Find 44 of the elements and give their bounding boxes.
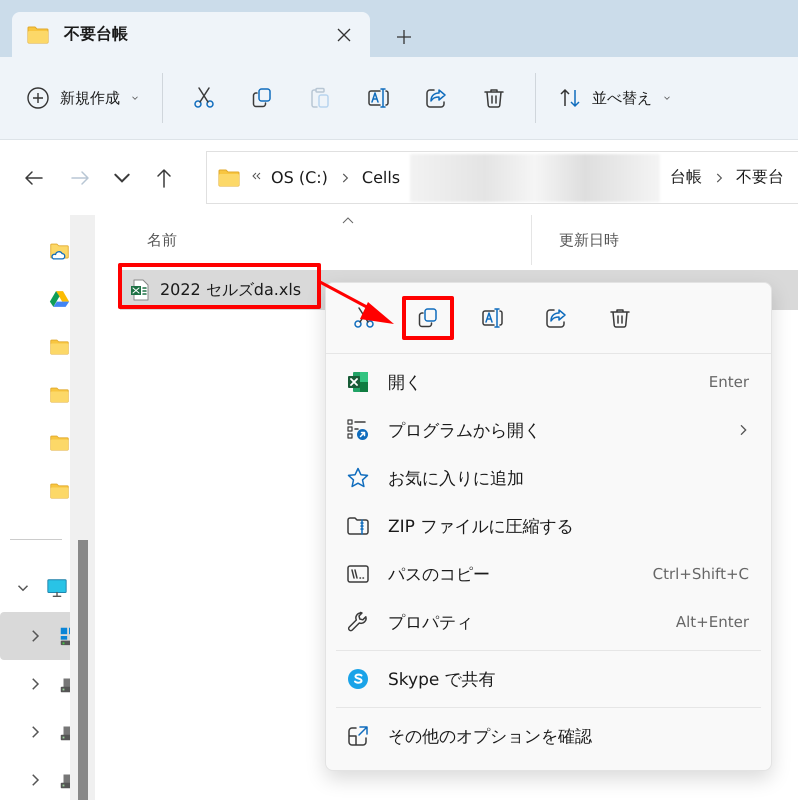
breadcrumb[interactable]: OS (C:) bbox=[271, 168, 328, 187]
close-icon bbox=[336, 26, 352, 42]
tab-title: 不要台帳 bbox=[64, 24, 129, 45]
plus-circle-icon bbox=[26, 86, 50, 110]
column-header[interactable]: 更新日時 bbox=[532, 215, 798, 265]
sort-button[interactable]: 並べ替え bbox=[548, 78, 682, 118]
menu-item[interactable]: お気に入りに追加 bbox=[336, 454, 761, 502]
folder-tab[interactable]: 不要台帳 bbox=[12, 12, 370, 57]
menu-item[interactable]: 開く Enter bbox=[336, 358, 761, 406]
sort-caret-icon bbox=[342, 216, 354, 224]
new-button[interactable]: 新規作成 bbox=[16, 78, 150, 118]
rename-icon bbox=[480, 306, 504, 330]
scrollbar-thumb[interactable] bbox=[78, 540, 88, 800]
drive-icon bbox=[49, 288, 70, 310]
breadcrumb[interactable]: 不要台 bbox=[736, 167, 784, 188]
shortcut-text: Ctrl+Shift+C bbox=[652, 565, 750, 583]
menu-item[interactable]: Skype で共有 bbox=[336, 655, 761, 703]
address-bar[interactable]: OS (C:) Cells 台帳 不要台 bbox=[206, 151, 798, 204]
menu-item[interactable]: プロパティ Alt+Enter bbox=[336, 598, 761, 646]
plus-icon bbox=[396, 29, 412, 45]
sort-icon bbox=[558, 86, 582, 110]
menu-item[interactable]: パスのコピー Ctrl+Shift+C bbox=[336, 550, 761, 598]
wrench-icon bbox=[346, 610, 370, 634]
copy-button[interactable] bbox=[402, 296, 454, 340]
rename-icon bbox=[366, 86, 390, 110]
chevron-down-icon bbox=[114, 172, 130, 182]
file-name: 2022 セルズda.xls bbox=[160, 280, 302, 300]
shortcut-text: Alt+Enter bbox=[676, 613, 750, 631]
excel-icon bbox=[346, 370, 370, 394]
menu-item[interactable]: その他のオプションを確認 bbox=[336, 712, 761, 760]
scissors-icon bbox=[192, 86, 216, 110]
breadcrumb[interactable]: 台帳 bbox=[670, 167, 702, 188]
breadcrumb[interactable]: Cells bbox=[362, 168, 400, 187]
shortcut-text: Enter bbox=[708, 373, 750, 391]
external-options-icon bbox=[346, 724, 370, 748]
copy-icon bbox=[250, 86, 274, 110]
column-header[interactable]: 名前 bbox=[120, 215, 532, 265]
monitor-icon bbox=[46, 577, 68, 599]
star-icon bbox=[346, 466, 370, 490]
menu-item[interactable]: ZIP ファイルに圧縮する bbox=[336, 502, 761, 550]
copy-icon bbox=[416, 306, 440, 330]
menu-item[interactable]: プログラムから開く bbox=[336, 406, 761, 454]
skype-icon bbox=[346, 667, 370, 691]
open-with-icon bbox=[346, 418, 370, 442]
